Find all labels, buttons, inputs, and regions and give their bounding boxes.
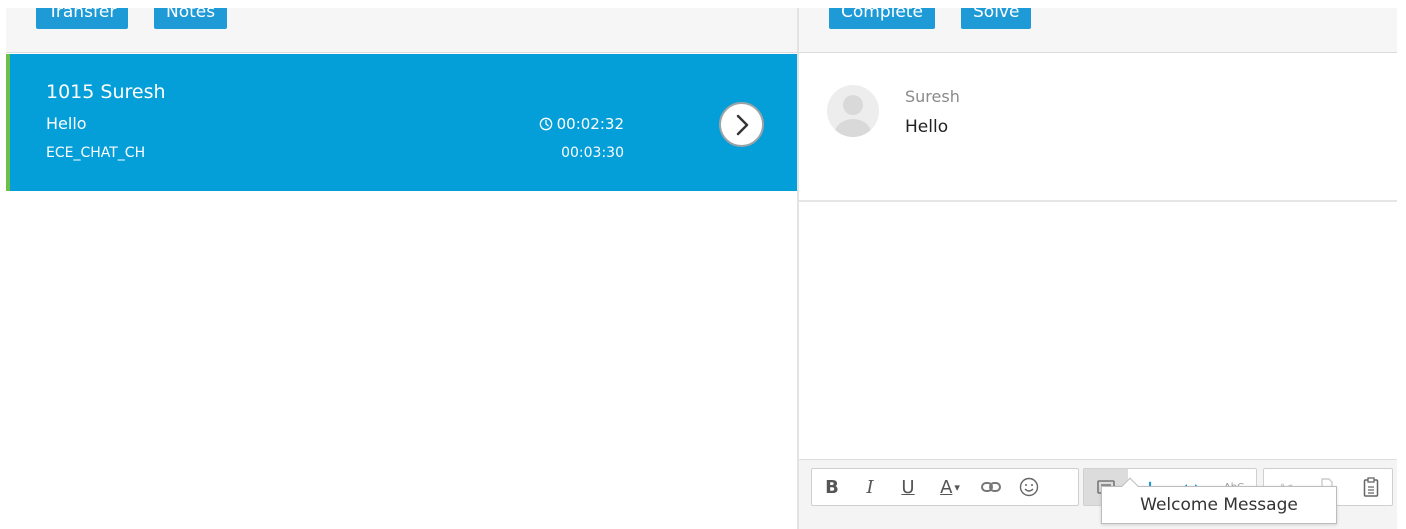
conversation-list-pane: Transfer Notes 1015 Suresh Hello ECE_CHA…	[6, 8, 798, 529]
conversation-item[interactable]: 1015 Suresh Hello ECE_CHAT_CH 00:02:32 0…	[6, 54, 798, 191]
link-icon[interactable]	[974, 469, 1008, 505]
complete-button[interactable]: Complete	[829, 8, 935, 29]
template-tooltip: Welcome Message	[1101, 477, 1337, 524]
transfer-button[interactable]: Transfer	[36, 8, 129, 29]
conversation-channel: ECE_CHAT_CH	[46, 145, 146, 161]
reply-editor[interactable]	[799, 204, 1397, 457]
chevron-right-icon	[736, 114, 748, 135]
message-text: Hello	[905, 117, 949, 137]
chat-workspace: Transfer Notes 1015 Suresh Hello ECE_CHA…	[0, 0, 1406, 529]
wait-time-value: 00:02:32	[556, 115, 624, 133]
bold-icon[interactable]: B	[816, 469, 848, 505]
user-avatar-icon	[835, 95, 871, 137]
conversation-last-message: Hello	[46, 114, 87, 133]
underline-icon[interactable]: U	[892, 469, 924, 505]
message-sender: Suresh	[905, 87, 960, 106]
message-thread: Suresh Hello	[799, 54, 1397, 202]
chat-detail-pane: Complete Solve Suresh Hello B I U A ▾ We…	[799, 8, 1397, 529]
format-group: B I U A ▾	[811, 468, 1079, 506]
clock-icon	[539, 117, 552, 131]
editor-toolbar: B I U A ▾ Welcome Message	[799, 459, 1397, 529]
conversation-title: 1015 Suresh	[46, 81, 166, 103]
emoji-icon[interactable]	[1012, 469, 1046, 505]
italic-icon[interactable]: I	[854, 469, 886, 505]
tooltip-text: Welcome Message	[1140, 495, 1298, 515]
avatar	[827, 85, 879, 137]
paste-icon[interactable]	[1354, 469, 1388, 505]
left-toolbar: Transfer Notes	[6, 8, 798, 53]
notes-button[interactable]: Notes	[154, 8, 228, 29]
open-conversation-button[interactable]	[719, 102, 764, 147]
font-color-icon[interactable]: A ▾	[930, 469, 970, 505]
solve-button[interactable]: Solve	[961, 8, 1032, 29]
wait-time: 00:02:32	[539, 115, 624, 133]
right-toolbar: Complete Solve	[799, 8, 1397, 53]
total-time: 00:03:30	[561, 145, 624, 161]
